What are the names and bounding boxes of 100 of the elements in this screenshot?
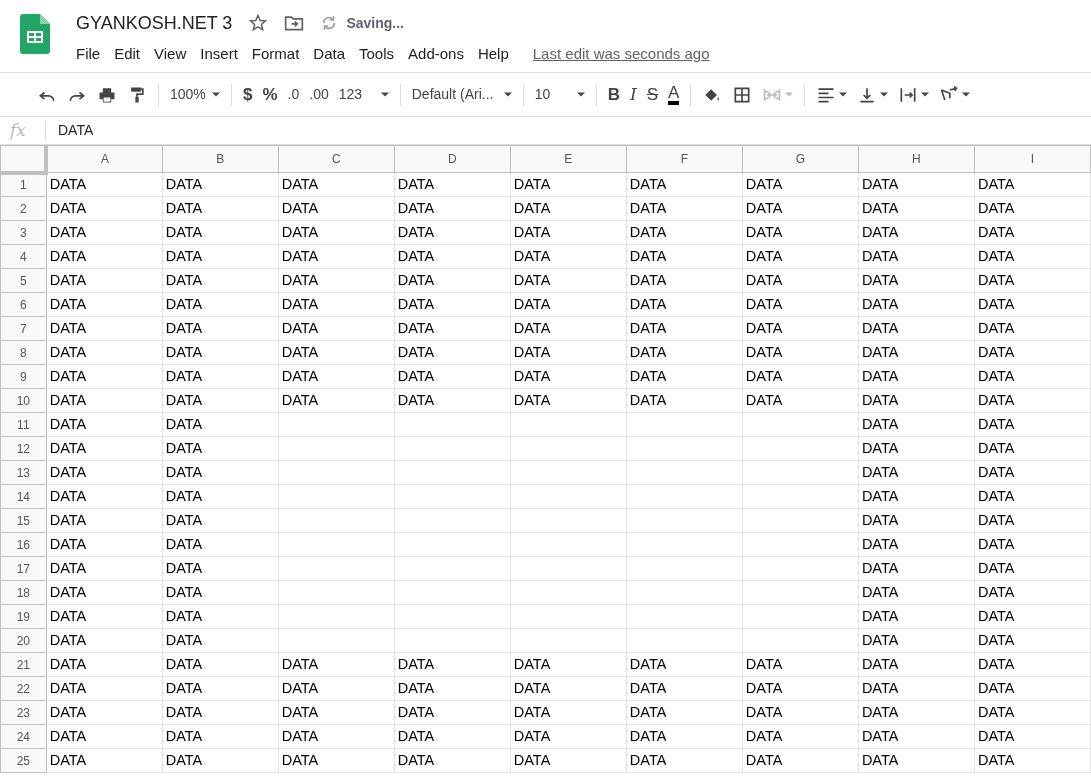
table-cell: DATA bbox=[974, 292, 1091, 317]
menu-item[interactable]: Tools bbox=[355, 39, 399, 70]
table-cell: DATA bbox=[626, 724, 743, 749]
row-header[interactable]: 8 bbox=[0, 340, 47, 365]
menu-item[interactable]: File bbox=[72, 39, 105, 70]
table-cell: DATA bbox=[510, 676, 627, 701]
table-cell: DATA bbox=[974, 364, 1091, 389]
row-header[interactable]: 5 bbox=[0, 268, 47, 293]
row-header[interactable]: 15 bbox=[0, 508, 47, 533]
row-header[interactable]: 11 bbox=[0, 412, 47, 437]
row-header[interactable]: 17 bbox=[0, 556, 47, 581]
table-cell: DATA bbox=[974, 316, 1091, 341]
row-header[interactable]: 7 bbox=[0, 316, 47, 341]
row-header[interactable]: 12 bbox=[0, 436, 47, 461]
formula-input[interactable]: DATA bbox=[54, 120, 94, 141]
column-header[interactable]: I bbox=[974, 145, 1091, 173]
table-cell: DATA bbox=[626, 196, 743, 221]
row-header[interactable]: 3 bbox=[0, 220, 47, 245]
table-cell: DATA bbox=[46, 364, 163, 389]
row-header[interactable]: 16 bbox=[0, 532, 47, 557]
table-cell: DATA bbox=[394, 172, 511, 197]
table-cell: DATA bbox=[278, 244, 395, 269]
row-header[interactable]: 25 bbox=[0, 748, 47, 773]
menu-item[interactable]: Add-ons bbox=[404, 39, 468, 70]
row-header[interactable]: 20 bbox=[0, 628, 47, 653]
column-header[interactable]: E bbox=[510, 145, 627, 173]
row-header[interactable]: 9 bbox=[0, 364, 47, 389]
table-cell: DATA bbox=[974, 652, 1091, 677]
table-cell: DATA bbox=[394, 196, 511, 221]
format-button[interactable]: S bbox=[641, 79, 664, 110]
table-cell: DATA bbox=[162, 364, 279, 389]
table-cell: DATA bbox=[858, 580, 975, 605]
sheets-logo-icon[interactable] bbox=[20, 14, 50, 54]
format-button[interactable]: 100% bbox=[165, 79, 225, 110]
menu-item[interactable]: Format bbox=[247, 39, 304, 70]
row-header[interactable]: 22 bbox=[0, 676, 47, 701]
column-header[interactable]: A bbox=[46, 145, 163, 173]
row-header[interactable]: 10 bbox=[0, 388, 47, 413]
format-button[interactable]: .00 bbox=[304, 79, 334, 110]
column-header[interactable]: C bbox=[278, 145, 395, 173]
table-cell: DATA bbox=[394, 292, 511, 317]
table-cell: DATA bbox=[46, 532, 163, 557]
menu-item[interactable]: View bbox=[150, 39, 191, 70]
table-cell: DATA bbox=[162, 292, 279, 317]
table-cell: DATA bbox=[394, 676, 511, 701]
table-cell: DATA bbox=[858, 220, 975, 245]
table-cell: DATA bbox=[742, 196, 859, 221]
format-button[interactable]: 10 bbox=[529, 79, 590, 110]
table-cell: DATA bbox=[394, 220, 511, 245]
table-cell: DATA bbox=[46, 628, 163, 653]
table-cell: DATA bbox=[742, 268, 859, 293]
table-cell: DATA bbox=[394, 700, 511, 725]
menu-item[interactable]: Edit bbox=[110, 39, 145, 70]
row-header[interactable]: 2 bbox=[0, 196, 47, 221]
table-cell: DATA bbox=[510, 244, 627, 269]
format-button[interactable]: B bbox=[602, 79, 626, 110]
table-cell: DATA bbox=[742, 748, 859, 773]
table-cell: DATA bbox=[394, 244, 511, 269]
format-button[interactable]: % bbox=[257, 79, 283, 110]
table-cell: DATA bbox=[974, 484, 1091, 509]
row-header[interactable]: 13 bbox=[0, 460, 47, 485]
menu-item[interactable]: Insert bbox=[196, 39, 242, 70]
table-cell: DATA bbox=[742, 724, 859, 749]
caret-icon bbox=[503, 92, 512, 97]
row-header[interactable]: 19 bbox=[0, 604, 47, 629]
table-cell: DATA bbox=[162, 460, 279, 485]
table-cell: DATA bbox=[46, 556, 163, 581]
table-cell: DATA bbox=[742, 340, 859, 365]
table-cell: DATA bbox=[626, 364, 743, 389]
last-edit-link[interactable]: Last edit was seconds ago bbox=[532, 43, 710, 66]
table-cell: DATA bbox=[858, 676, 975, 701]
folder-icon[interactable] bbox=[284, 14, 305, 32]
star-icon[interactable] bbox=[248, 13, 269, 33]
caret-icon bbox=[212, 92, 220, 97]
format-button[interactable]: .0 bbox=[282, 79, 305, 110]
format-button[interactable]: A bbox=[663, 79, 685, 110]
menu-item[interactable]: Data bbox=[309, 39, 349, 70]
row-header[interactable]: 4 bbox=[0, 244, 47, 269]
column-header[interactable]: G bbox=[742, 145, 859, 173]
column-header[interactable]: F bbox=[626, 145, 743, 173]
caret-icon bbox=[921, 92, 930, 97]
format-button[interactable]: I bbox=[625, 79, 642, 110]
column-header[interactable]: B bbox=[162, 145, 279, 173]
table-cell: DATA bbox=[974, 724, 1091, 749]
document-title[interactable]: GYANKOSH.NET 3 bbox=[76, 12, 233, 34]
row-header[interactable]: 21 bbox=[0, 652, 47, 677]
row-header[interactable]: 14 bbox=[0, 484, 47, 509]
table-cell: DATA bbox=[162, 220, 279, 245]
column-header[interactable]: H bbox=[858, 145, 975, 173]
column-header[interactable]: D bbox=[394, 145, 511, 173]
font-dropdown[interactable]: Default (Ari... bbox=[406, 79, 517, 110]
row-header[interactable]: 18 bbox=[0, 580, 47, 605]
row-header[interactable]: 23 bbox=[0, 700, 47, 725]
row-header[interactable]: 24 bbox=[0, 724, 47, 749]
format-button[interactable]: $ bbox=[238, 79, 258, 110]
table-cell: DATA bbox=[858, 604, 975, 629]
table-cell: DATA bbox=[162, 748, 279, 773]
row-header[interactable]: 6 bbox=[0, 292, 47, 317]
format-button[interactable]: 123 bbox=[333, 79, 394, 110]
menu-item[interactable]: Help bbox=[473, 39, 513, 70]
